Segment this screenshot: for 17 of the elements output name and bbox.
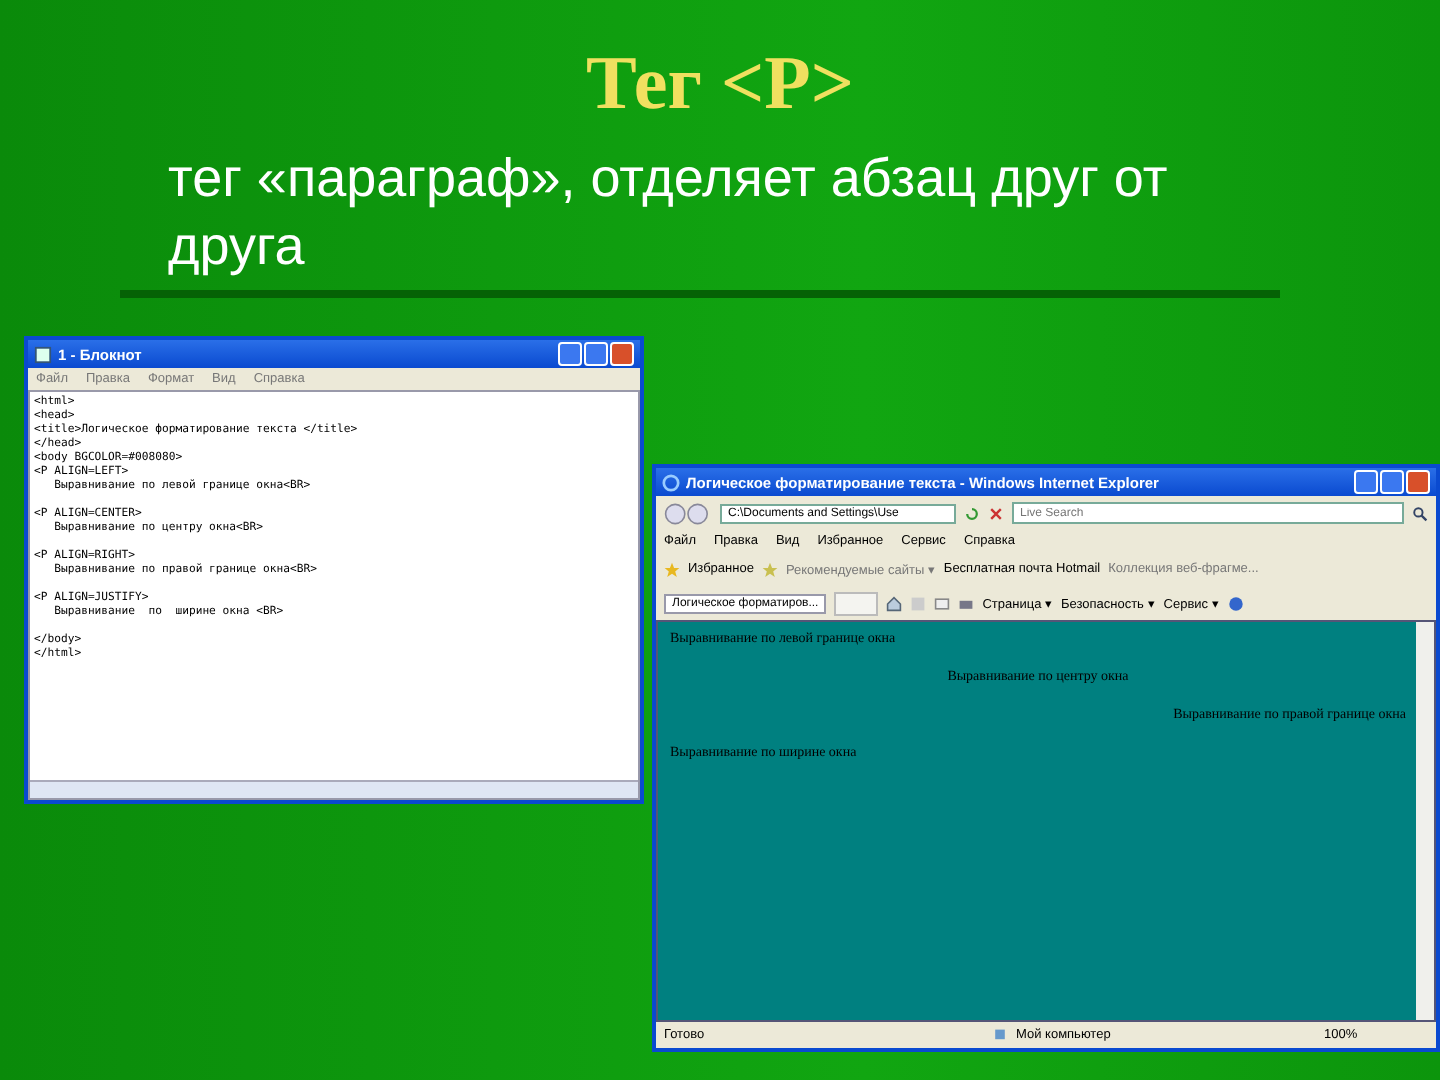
mail-icon[interactable] [934,595,951,611]
close-button[interactable] [1406,470,1430,494]
slide-title: Тег <P> [583,40,857,128]
home-icon[interactable] [886,595,903,611]
minimize-button[interactable] [1354,470,1378,494]
vertical-scrollbar[interactable] [1416,622,1434,1020]
maximize-button[interactable] [584,342,608,366]
minimize-button[interactable] [558,342,582,366]
close-button[interactable] [610,342,634,366]
close-icon[interactable] [988,505,1004,521]
slide-subtitle: тег «параграф», отделяет абзац друг от друга [168,146,1170,280]
maximize-button[interactable] [1380,470,1404,494]
notepad-icon [34,345,52,363]
search-icon[interactable] [1412,505,1428,521]
horizontal-scrollbar[interactable] [30,780,638,798]
refresh-icon[interactable] [964,505,980,521]
star-icon[interactable] [664,561,680,577]
